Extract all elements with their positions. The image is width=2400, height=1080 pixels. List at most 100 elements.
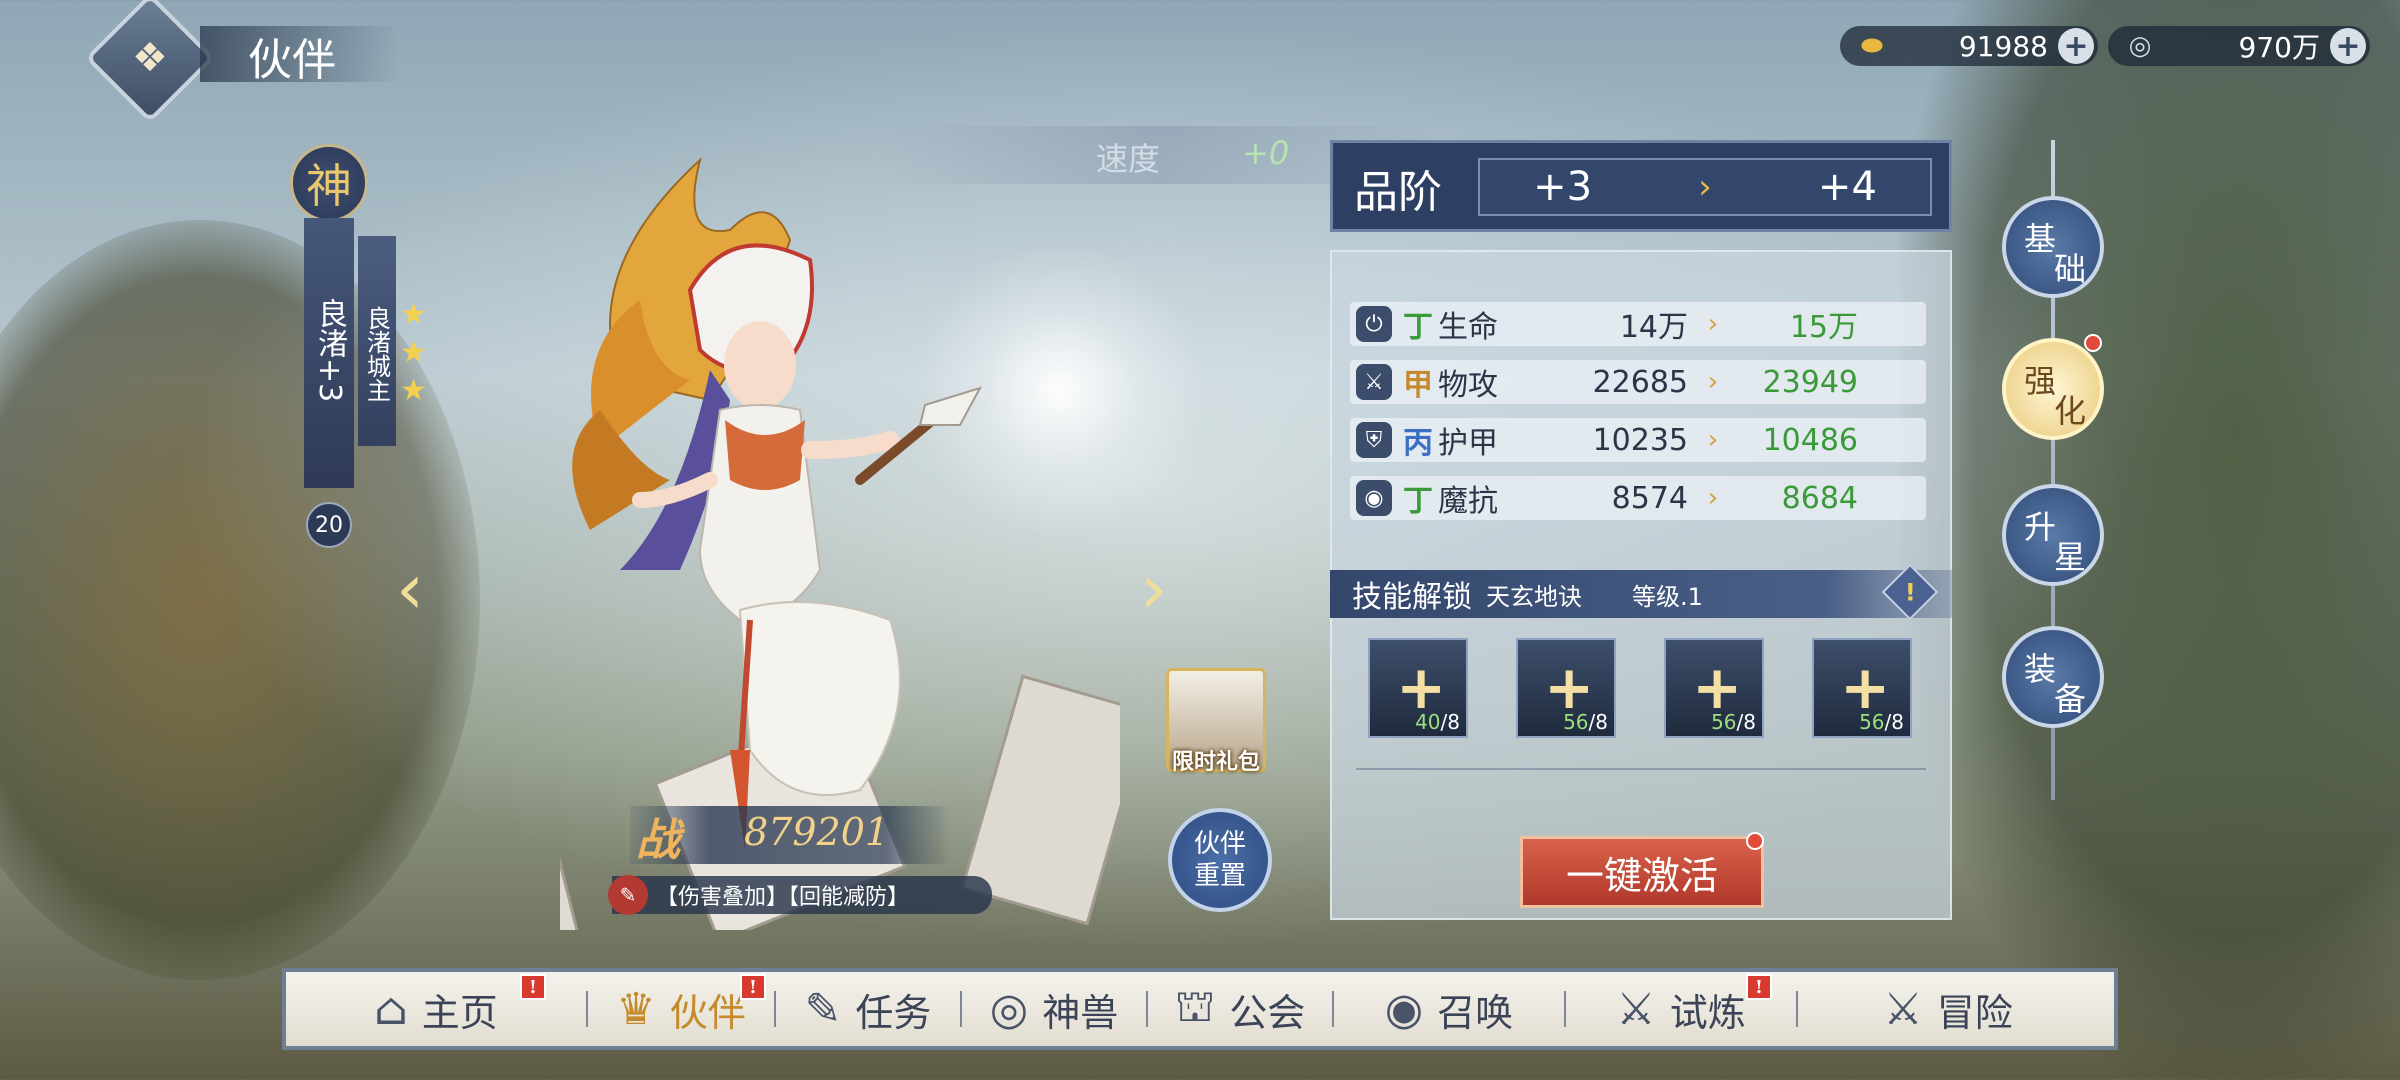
nav-label: 任务 xyxy=(855,990,932,1035)
stat-current: 14万 xyxy=(1619,310,1688,345)
partner-icon: ♛ xyxy=(616,983,656,1035)
nav-summon[interactable]: ◉ 召唤 xyxy=(1334,972,1564,1046)
chevron-right-icon: › xyxy=(1698,167,1712,207)
stat-grade: 丁 xyxy=(1403,310,1433,345)
material-slot[interactable]: + 56/8 xyxy=(1516,638,1616,738)
plus-icon: + xyxy=(1692,653,1743,723)
brush-icon: ✎ xyxy=(608,875,648,915)
nav-beast[interactable]: ◎ 神兽 xyxy=(962,972,1146,1046)
home-icon: ⌂ xyxy=(374,983,408,1035)
summon-icon: ◉ xyxy=(1384,983,1424,1035)
stat-next: 10486 xyxy=(1762,422,1858,458)
hero-level: 20 xyxy=(306,502,352,548)
nav-adventure[interactable]: ⚔ 冒险 xyxy=(1798,972,2098,1046)
stat-row-hp: ⏻ 丁 生命 14万 › 15万 xyxy=(1350,302,1926,346)
stat-current: 22685 xyxy=(1592,364,1688,400)
power-value: 879201 xyxy=(744,810,890,854)
nav-quest[interactable]: ✎ 任务 xyxy=(776,972,960,1046)
star-icon: ★ xyxy=(400,297,427,332)
gift-pack-label: 限时礼包 xyxy=(1171,750,1260,775)
quest-icon: ✎ xyxy=(804,983,842,1035)
nav-label: 召唤 xyxy=(1437,990,1514,1035)
nav-guild[interactable]: ⛫ 公会 xyxy=(1148,972,1332,1046)
stat-name: 魔抗 xyxy=(1438,484,1498,519)
material-count: 56/8 xyxy=(1563,710,1608,734)
next-hero-arrow-icon[interactable]: › xyxy=(1140,548,1168,630)
alert-badge: ! xyxy=(740,974,766,1000)
tab-label-char: 备 xyxy=(2054,680,2087,718)
tab-equipment[interactable]: 装 备 xyxy=(2002,626,2104,728)
stat-row-armor: ⛨ 丙 护甲 10235 › 10486 xyxy=(1350,418,1926,462)
add-coin-button[interactable]: + xyxy=(2330,28,2366,64)
material-slot[interactable]: + 56/8 xyxy=(1664,638,1764,738)
material-count: 56/8 xyxy=(1859,710,1904,734)
previous-hero-arrow-icon[interactable]: ‹ xyxy=(396,548,424,630)
stat-grade: 甲 xyxy=(1403,368,1433,403)
plus-icon: + xyxy=(1544,653,1595,723)
alert-badge: ! xyxy=(1746,974,1772,1000)
power-icon: ⏻ xyxy=(1356,306,1392,342)
beast-icon: ◎ xyxy=(989,983,1029,1035)
nav-label: 公会 xyxy=(1229,990,1306,1035)
nav-label: 试炼 xyxy=(1669,990,1746,1035)
material-slot[interactable]: + 56/8 xyxy=(1812,638,1912,738)
rank-upgrade-box: +3 › +4 xyxy=(1478,158,1932,216)
gold-ingot-icon: ⬬ xyxy=(1860,30,1884,61)
skill-unlock-title: 技能解锁 xyxy=(1352,580,1472,615)
reset-label-line1: 伙伴 xyxy=(1193,829,1246,859)
bottom-nav: ⌂ 主页 ! ♛ 伙伴 ! ✎ 任务 ◎ 神兽 ⛫ 公会 ◉ 召唤 ⚔ 试炼 !… xyxy=(282,968,2118,1050)
nav-home[interactable]: ⌂ 主页 ! xyxy=(286,972,586,1046)
tab-star-up[interactable]: 升 星 xyxy=(2002,484,2104,586)
coin-currency: ◎ 970万 + xyxy=(2108,26,2370,66)
rank-next: +4 xyxy=(1817,164,1877,210)
stat-grade: 丙 xyxy=(1403,426,1433,461)
power-label: 战 xyxy=(636,815,680,866)
skill-unlock-bar: 技能解锁 天玄地诀 等级.1 xyxy=(1330,570,1952,618)
stat-row-atk: ⚔ 甲 物攻 22685 › 23949 xyxy=(1350,360,1926,404)
rank-label: 品阶 xyxy=(1354,167,1442,218)
nav-partner[interactable]: ♛ 伙伴 ! xyxy=(588,972,774,1046)
skill-tags: ✎ 【伤害叠加】【回能减防】 xyxy=(608,875,992,915)
tab-enhance[interactable]: 强 化 xyxy=(2002,338,2104,440)
stat-current: 10235 xyxy=(1592,422,1688,458)
material-count: 56/8 xyxy=(1711,710,1756,734)
chevron-right-icon: › xyxy=(1707,367,1719,397)
nav-trial[interactable]: ⚔ 试炼 ! xyxy=(1566,972,1796,1046)
material-slot[interactable]: + 40/8 xyxy=(1368,638,1468,738)
sword-icon: ⚔ xyxy=(1356,364,1392,400)
tab-label-char: 装 xyxy=(2024,650,2057,688)
tab-label-char: 础 xyxy=(2054,250,2087,288)
alert-badge: ! xyxy=(520,974,546,1000)
armor-icon: ⛨ xyxy=(1356,422,1392,458)
skill-level: 等级.1 xyxy=(1632,582,1703,611)
stat-name: 护甲 xyxy=(1438,426,1498,461)
stat-next: 8684 xyxy=(1781,480,1858,516)
rank-current: +3 xyxy=(1533,164,1593,210)
add-gold-button[interactable]: + xyxy=(2058,28,2094,64)
nav-label: 冒险 xyxy=(1936,990,2013,1035)
stat-grade: 丁 xyxy=(1403,484,1433,519)
stat-name: 物攻 xyxy=(1438,368,1498,403)
stat-next: 15万 xyxy=(1789,310,1858,345)
adventure-icon: ⚔ xyxy=(1883,983,1923,1035)
star-icon: ★ xyxy=(400,335,427,370)
coin-icon: ◎ xyxy=(2128,31,2152,61)
speed-value: +0 xyxy=(1242,134,1290,172)
partner-reset-button[interactable]: 伙伴 重置 xyxy=(1168,808,1272,912)
tab-label-char: 强 xyxy=(2024,362,2057,400)
coin-amount: 970万 xyxy=(2238,31,2320,64)
hero-name: 良渚+3 xyxy=(304,218,354,488)
gold-amount: 91988 xyxy=(1958,29,2048,63)
divider xyxy=(1356,768,1926,770)
gold-currency: ⬬ 91988 + xyxy=(1840,26,2098,66)
reset-label-line2: 重置 xyxy=(1193,861,1246,891)
tab-label-char: 升 xyxy=(2024,508,2057,546)
chevron-right-icon: › xyxy=(1707,309,1719,339)
swirl-icon: ◉ xyxy=(1356,480,1392,516)
stat-next: 23949 xyxy=(1762,364,1858,400)
one-click-activate-button[interactable]: 一键激活 xyxy=(1520,836,1764,908)
rarity-badge: 神 xyxy=(290,144,368,222)
tab-basic[interactable]: 基 础 xyxy=(2002,196,2104,298)
hero-title: 良渚城主 xyxy=(358,236,396,446)
plus-icon: + xyxy=(1840,653,1891,723)
